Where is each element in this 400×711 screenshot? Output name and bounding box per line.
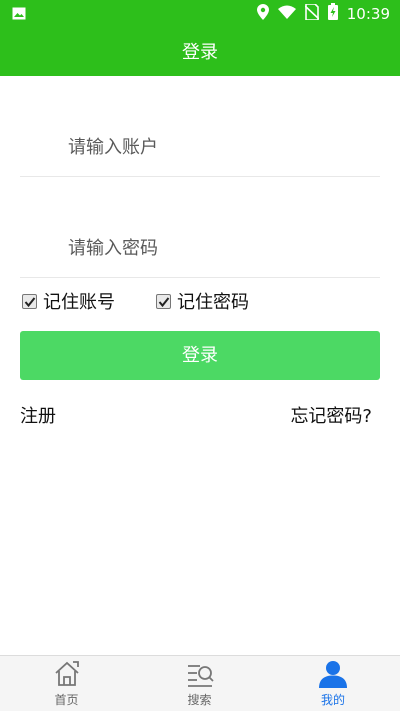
account-input[interactable] xyxy=(68,131,368,163)
remember-account-label: 记住账号 xyxy=(43,292,115,313)
search-list-icon xyxy=(186,660,214,692)
checkbox-checked-icon xyxy=(22,293,37,309)
tab-mine-label: 我的 xyxy=(320,693,345,707)
password-field xyxy=(20,218,380,278)
tab-home-label: 首页 xyxy=(54,693,79,707)
bottom-tab-bar: 首页 搜索 我的 xyxy=(0,655,400,711)
user-icon xyxy=(318,660,348,692)
home-icon xyxy=(53,660,81,692)
login-button[interactable]: 登录 xyxy=(20,331,380,380)
tab-search[interactable]: 搜索 xyxy=(133,656,266,711)
status-bar: 10:39 xyxy=(0,0,400,26)
wifi-icon xyxy=(277,4,296,23)
image-notification-icon xyxy=(12,5,26,24)
tab-home[interactable]: 首页 xyxy=(0,656,133,711)
account-field xyxy=(20,117,380,177)
password-input[interactable] xyxy=(68,232,368,264)
tab-mine[interactable]: 我的 xyxy=(266,656,400,711)
status-time: 10:39 xyxy=(346,4,390,23)
page-title: 登录 xyxy=(182,42,218,63)
forgot-password-link[interactable]: 忘记密码? xyxy=(290,402,372,428)
no-sim-icon xyxy=(304,2,320,24)
remember-account-checkbox[interactable]: 记住账号 xyxy=(22,288,115,314)
remember-password-checkbox[interactable]: 记住密码 xyxy=(156,288,249,314)
remember-password-label: 记住密码 xyxy=(177,292,249,313)
battery-charging-icon xyxy=(327,3,338,24)
location-icon xyxy=(256,3,269,24)
top-bar: 10:39 登录 xyxy=(0,0,400,76)
tab-search-label: 搜索 xyxy=(187,693,212,707)
checkbox-checked-icon xyxy=(156,293,171,309)
register-link[interactable]: 注册 xyxy=(20,402,56,428)
